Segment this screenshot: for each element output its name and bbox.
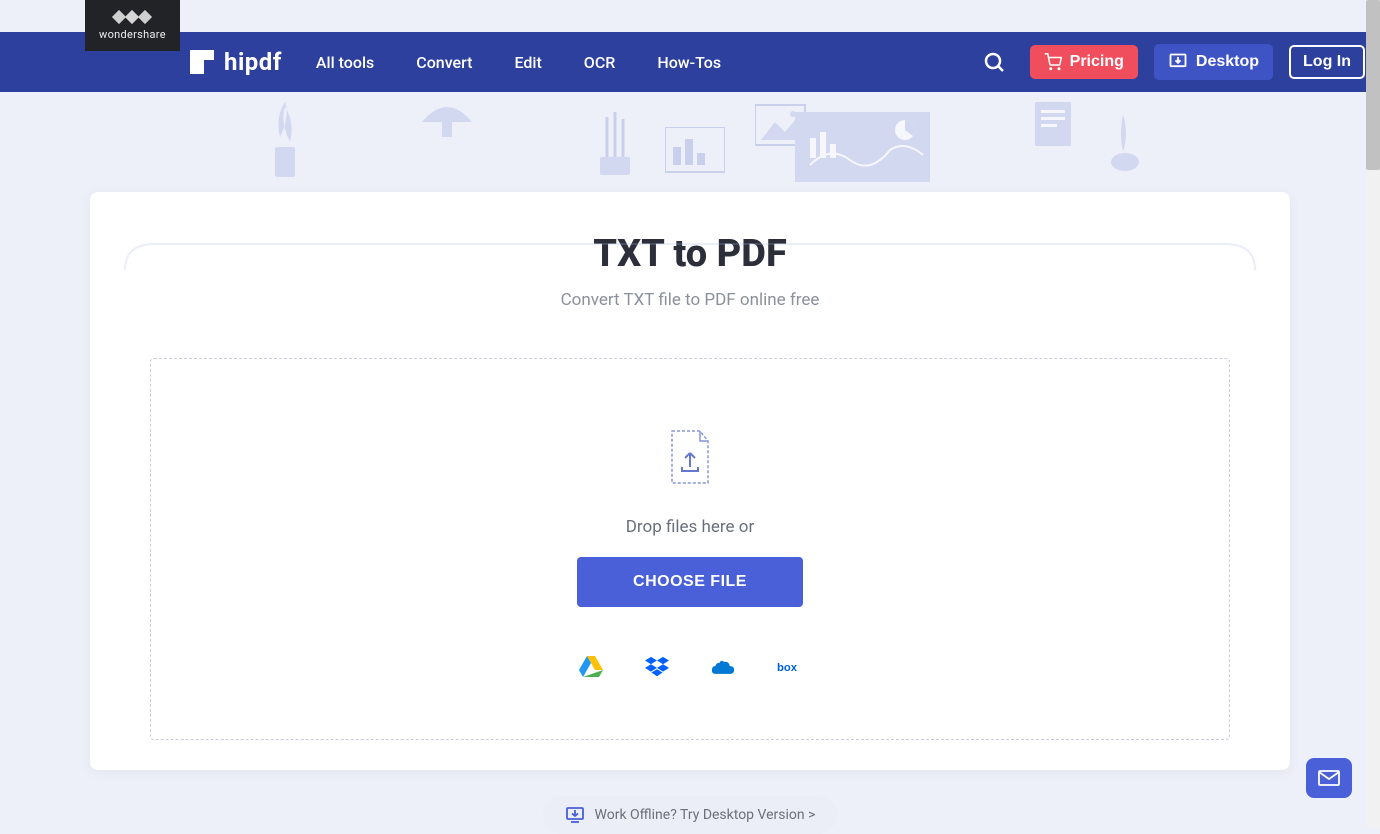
dropbox-button[interactable] xyxy=(645,655,669,679)
cloud-providers: box xyxy=(579,655,801,679)
nav-convert[interactable]: Convert xyxy=(416,53,472,72)
choose-file-button[interactable]: CHOOSE FILE xyxy=(577,557,803,607)
nav-ocr[interactable]: OCR xyxy=(584,53,616,72)
wondershare-logo-icon xyxy=(114,12,150,22)
envelope-icon xyxy=(1318,770,1340,786)
main-nav: All tools Convert Edit OCR How-Tos xyxy=(316,53,721,72)
onedrive-icon xyxy=(711,658,735,676)
hipdf-logo-icon xyxy=(190,50,214,74)
upload-file-icon xyxy=(666,429,714,487)
search-button[interactable] xyxy=(982,50,1006,74)
decorative-illustrations xyxy=(90,92,1290,192)
onedrive-button[interactable] xyxy=(711,655,735,679)
box-button[interactable]: box xyxy=(777,655,801,679)
wondershare-badge[interactable]: wondershare xyxy=(85,0,180,51)
desktop-button[interactable]: Desktop xyxy=(1154,44,1273,80)
product-name: hipdf xyxy=(224,48,282,76)
pricing-label: Pricing xyxy=(1070,53,1124,71)
page-subtitle: Convert TXT file to PDF online free xyxy=(150,290,1230,310)
svg-text:box: box xyxy=(777,662,798,674)
nav-how-tos[interactable]: How-Tos xyxy=(657,53,721,72)
google-drive-button[interactable] xyxy=(579,655,603,679)
box-icon: box xyxy=(777,658,801,676)
top-strip xyxy=(0,0,1380,32)
nav-all-tools[interactable]: All tools xyxy=(316,53,374,72)
cart-icon xyxy=(1044,53,1062,71)
offline-text: Work Offline? Try Desktop Version > xyxy=(595,807,816,823)
scrollbar[interactable] xyxy=(1366,0,1380,828)
dropbox-icon xyxy=(645,656,669,678)
offline-desktop-link[interactable]: Work Offline? Try Desktop Version > xyxy=(543,796,838,834)
pricing-button[interactable]: Pricing xyxy=(1030,45,1138,79)
login-label: Log In xyxy=(1303,53,1351,71)
scrollbar-thumb[interactable] xyxy=(1366,0,1380,170)
feedback-button[interactable] xyxy=(1306,758,1352,798)
search-icon xyxy=(982,50,1006,74)
wondershare-text: wondershare xyxy=(99,28,166,41)
product-logo[interactable]: hipdf xyxy=(190,48,282,76)
main-header: hipdf All tools Convert Edit OCR How-Tos… xyxy=(0,32,1380,92)
desktop-download-icon xyxy=(565,806,585,824)
google-drive-icon xyxy=(579,656,603,678)
desktop-label: Desktop xyxy=(1196,53,1259,71)
drop-text: Drop files here or xyxy=(626,517,754,537)
login-button[interactable]: Log In xyxy=(1289,45,1365,79)
nav-edit[interactable]: Edit xyxy=(514,53,541,72)
file-dropzone[interactable]: Drop files here or CHOOSE FILE xyxy=(150,358,1230,740)
download-icon xyxy=(1168,52,1188,72)
main-card: TXT to PDF Convert TXT file to PDF onlin… xyxy=(90,192,1290,770)
